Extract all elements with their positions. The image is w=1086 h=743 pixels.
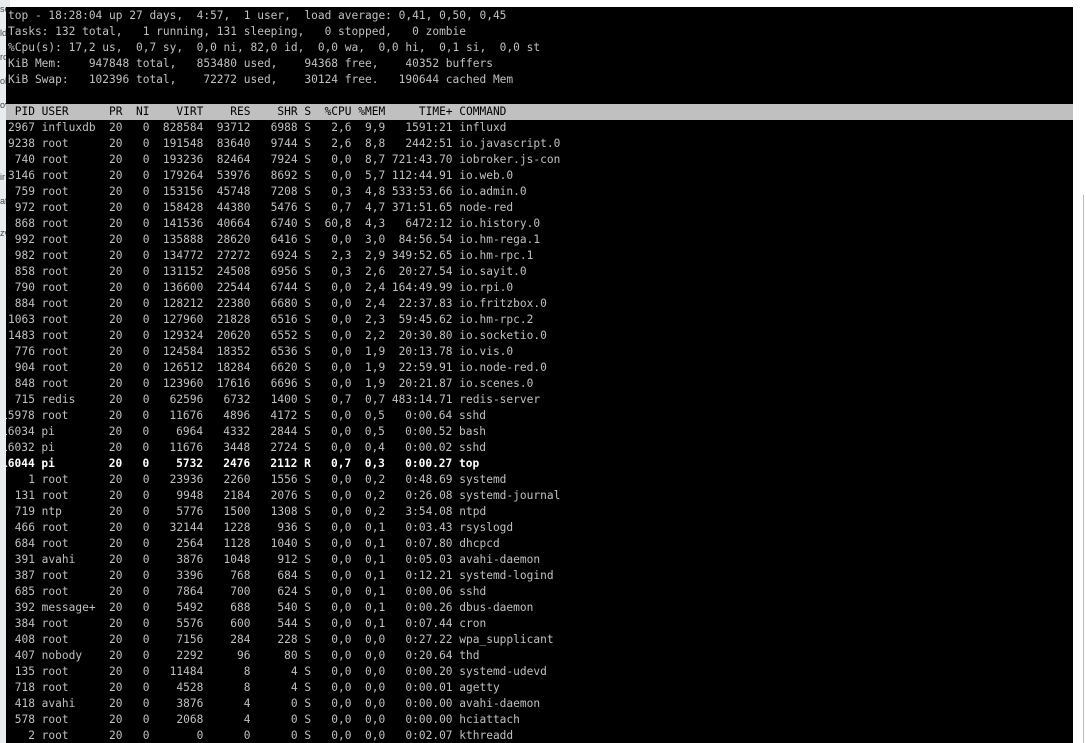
cpu-line: %Cpu(s): 17,2 us, 0,7 sy, 0,0 ni, 82,0 i… <box>8 41 541 54</box>
process-row-text: 16034 pi 20 0 6964 4332 2844 S 0,0 0,5 0… <box>6 425 486 438</box>
process-row-text: 135 root 20 0 11484 8 4 S 0,0 0,0 0:00.2… <box>8 665 547 678</box>
process-row: 790 root 20 0 136600 22544 6744 S 0,0 2,… <box>6 280 1073 296</box>
process-row-text: 2 root 20 0 0 0 0 S 0,0 0,0 0:02.07 kthr… <box>8 729 514 742</box>
process-row: 718 root 20 0 4528 8 4 S 0,0 0,0 0:00.01… <box>6 680 1073 696</box>
process-row-text: 578 root 20 0 2068 4 0 S 0,0 0,0 0:00.00… <box>8 713 520 726</box>
process-row-text: 718 root 20 0 4528 8 4 S 0,0 0,0 0:00.01… <box>8 681 500 694</box>
process-row: 684 root 20 0 2564 1128 1040 S 0,0 0,1 0… <box>6 536 1073 552</box>
process-row: 715 redis 20 0 62596 6732 1400 S 0,7 0,7… <box>6 392 1073 408</box>
process-row-text: 392 message+ 20 0 5492 688 540 S 0,0 0,1… <box>8 601 534 614</box>
process-row-text: 1063 root 20 0 127960 21828 6516 S 0,0 2… <box>8 313 534 326</box>
process-row: 740 root 20 0 193236 82464 7924 S 0,0 8,… <box>6 152 1073 168</box>
process-row: 685 root 20 0 7864 700 624 S 0,0 0,1 0:0… <box>6 584 1073 600</box>
process-row-text: 384 root 20 0 5576 600 544 S 0,0 0,1 0:0… <box>8 617 487 630</box>
process-row-text: 904 root 20 0 126512 18284 6620 S 0,0 1,… <box>8 361 547 374</box>
process-row-text: 776 root 20 0 124584 18352 6536 S 0,0 1,… <box>8 345 514 358</box>
process-row-text: 418 avahi 20 0 3876 4 0 S 0,0 0,0 0:00.0… <box>8 697 541 710</box>
process-row-text: 740 root 20 0 193236 82464 7924 S 0,0 8,… <box>8 153 561 166</box>
process-row: 848 root 20 0 123960 17616 6696 S 0,0 1,… <box>6 376 1073 392</box>
process-row: 3146 root 20 0 179264 53976 8692 S 0,0 5… <box>6 168 1073 184</box>
process-row-text: 15978 root 20 0 11676 4896 4172 S 0,0 0,… <box>6 409 486 422</box>
process-row: 15978 root 20 0 11676 4896 4172 S 0,0 0,… <box>6 408 1073 424</box>
window-top-edge <box>0 0 1086 7</box>
background-window-text: ir <box>0 172 5 182</box>
process-row: 407 nobody 20 0 2292 96 80 S 0,0 0,0 0:2… <box>6 648 1073 664</box>
process-row-text: 858 root 20 0 131152 24508 6956 S 0,3 2,… <box>8 265 527 278</box>
process-row-text: 16032 pi 20 0 11676 3448 2724 S 0,0 0,4 … <box>6 441 486 454</box>
process-row: 131 root 20 0 9948 2184 2076 S 0,0 0,2 0… <box>6 488 1073 504</box>
process-row: 982 root 20 0 134772 27272 6924 S 2,3 2,… <box>6 248 1073 264</box>
process-row-text: 391 avahi 20 0 3876 1048 912 S 0,0 0,1 0… <box>8 553 541 566</box>
process-row-text: 387 root 20 0 3396 768 684 S 0,0 0,1 0:1… <box>8 569 554 582</box>
process-row: 9238 root 20 0 191548 83640 9744 S 2,6 8… <box>6 136 1073 152</box>
right-background <box>1073 7 1086 743</box>
process-row-text: 408 root 20 0 7156 284 228 S 0,0 0,0 0:2… <box>8 633 554 646</box>
process-row: 1063 root 20 0 127960 21828 6516 S 0,0 2… <box>6 312 1073 328</box>
tasks-line: Tasks: 132 total, 1 running, 131 sleepin… <box>8 25 467 38</box>
process-row: 466 root 20 0 32144 1228 936 S 0,0 0,1 0… <box>6 520 1073 536</box>
process-row: 992 root 20 0 135888 28620 6416 S 0,0 3,… <box>6 232 1073 248</box>
process-row: 391 avahi 20 0 3876 1048 912 S 0,0 0,1 0… <box>6 552 1073 568</box>
window-divider <box>1083 195 1084 743</box>
terminal-window[interactable]: top - 18:28:04 up 27 days, 4:57, 1 user,… <box>6 7 1073 743</box>
process-row-text: 972 root 20 0 158428 44380 5476 S 0,7 4,… <box>8 201 514 214</box>
process-row: 1 root 20 0 23936 2260 1556 S 0,0 0,2 0:… <box>6 472 1073 488</box>
process-row: 2 root 20 0 0 0 0 S 0,0 0,0 0:02.07 kthr… <box>6 728 1073 743</box>
process-row-text: 759 root 20 0 153156 45748 7208 S 0,3 4,… <box>8 185 527 198</box>
process-row-text: 715 redis 20 0 62596 6732 1400 S 0,7 0,7… <box>8 393 541 406</box>
process-row-text: 884 root 20 0 128212 22380 6680 S 0,0 2,… <box>8 297 547 310</box>
process-row-text: 790 root 20 0 136600 22544 6744 S 0,0 2,… <box>8 281 514 294</box>
process-row-text: 407 nobody 20 0 2292 96 80 S 0,0 0,0 0:2… <box>8 649 480 662</box>
process-row: 16034 pi 20 0 6964 4332 2844 S 0,0 0,5 0… <box>6 424 1073 440</box>
process-row-text: 466 root 20 0 32144 1228 936 S 0,0 0,1 0… <box>8 521 514 534</box>
process-row: 16044 pi 20 0 5732 2476 2112 R 0,7 0,3 0… <box>6 456 1073 472</box>
process-row: 759 root 20 0 153156 45748 7208 S 0,3 4,… <box>6 184 1073 200</box>
process-row-text: 1 root 20 0 23936 2260 1556 S 0,0 0,2 0:… <box>8 473 507 486</box>
process-row: 2967 influxdb 20 0 828584 93712 6988 S 2… <box>6 120 1073 136</box>
column-header-bar: PID USER PR NI VIRT RES SHR S %CPU %MEM … <box>6 104 1073 120</box>
memory-line: KiB Mem: 947848 total, 853480 used, 9436… <box>8 57 493 70</box>
process-row: 904 root 20 0 126512 18284 6620 S 0,0 1,… <box>6 360 1073 376</box>
process-row: 418 avahi 20 0 3876 4 0 S 0,0 0,0 0:00.0… <box>6 696 1073 712</box>
process-row: 719 ntp 20 0 5776 1500 1308 S 0,0 0,2 3:… <box>6 504 1073 520</box>
process-row-text: 848 root 20 0 123960 17616 6696 S 0,0 1,… <box>8 377 534 390</box>
process-row: 387 root 20 0 3396 768 684 S 0,0 0,1 0:1… <box>6 568 1073 584</box>
process-row-text: 16044 pi 20 0 5732 2476 2112 R 0,7 0,3 0… <box>6 457 480 470</box>
process-row: 1483 root 20 0 129324 20620 6552 S 0,0 2… <box>6 328 1073 344</box>
process-row-text: 719 ntp 20 0 5776 1500 1308 S 0,0 0,2 3:… <box>8 505 487 518</box>
process-row-text: 685 root 20 0 7864 700 624 S 0,0 0,1 0:0… <box>8 585 487 598</box>
process-row: 776 root 20 0 124584 18352 6536 S 0,0 1,… <box>6 344 1073 360</box>
process-row: 884 root 20 0 128212 22380 6680 S 0,0 2,… <box>6 296 1073 312</box>
process-row-text: 982 root 20 0 134772 27272 6924 S 2,3 2,… <box>8 249 534 262</box>
process-row-text: 1483 root 20 0 129324 20620 6552 S 0,0 2… <box>8 329 547 342</box>
process-row-text: 131 root 20 0 9948 2184 2076 S 0,0 0,2 0… <box>8 489 561 502</box>
process-row: 16032 pi 20 0 11676 3448 2724 S 0,0 0,4 … <box>6 440 1073 456</box>
process-row-text: 9238 root 20 0 191548 83640 9744 S 2,6 8… <box>8 137 561 150</box>
process-row: 135 root 20 0 11484 8 4 S 0,0 0,0 0:00.2… <box>6 664 1073 680</box>
process-row: 392 message+ 20 0 5492 688 540 S 0,0 0,1… <box>6 600 1073 616</box>
swap-line: KiB Swap: 102396 total, 72272 used, 3012… <box>8 73 514 86</box>
process-row: 384 root 20 0 5576 600 544 S 0,0 0,1 0:0… <box>6 616 1073 632</box>
process-row: 868 root 20 0 141536 40664 6740 S 60,8 4… <box>6 216 1073 232</box>
column-headers: PID USER PR NI VIRT RES SHR S %CPU %MEM … <box>8 105 507 118</box>
process-row-text: 3146 root 20 0 179264 53976 8692 S 0,0 5… <box>8 169 514 182</box>
process-row-text: 868 root 20 0 141536 40664 6740 S 60,8 4… <box>8 217 541 230</box>
process-row-text: 2967 influxdb 20 0 828584 93712 6988 S 2… <box>8 121 507 134</box>
process-row: 578 root 20 0 2068 4 0 S 0,0 0,0 0:00.00… <box>6 712 1073 728</box>
process-row-text: 684 root 20 0 2564 1128 1040 S 0,0 0,1 0… <box>8 537 500 550</box>
process-row: 408 root 20 0 7156 284 228 S 0,0 0,0 0:2… <box>6 632 1073 648</box>
process-row-text: 992 root 20 0 135888 28620 6416 S 0,0 3,… <box>8 233 541 246</box>
process-row: 972 root 20 0 158428 44380 5476 S 0,7 4,… <box>6 200 1073 216</box>
uptime-line: top - 18:28:04 up 27 days, 4:57, 1 user,… <box>8 9 507 22</box>
process-row: 858 root 20 0 131152 24508 6956 S 0,3 2,… <box>6 264 1073 280</box>
